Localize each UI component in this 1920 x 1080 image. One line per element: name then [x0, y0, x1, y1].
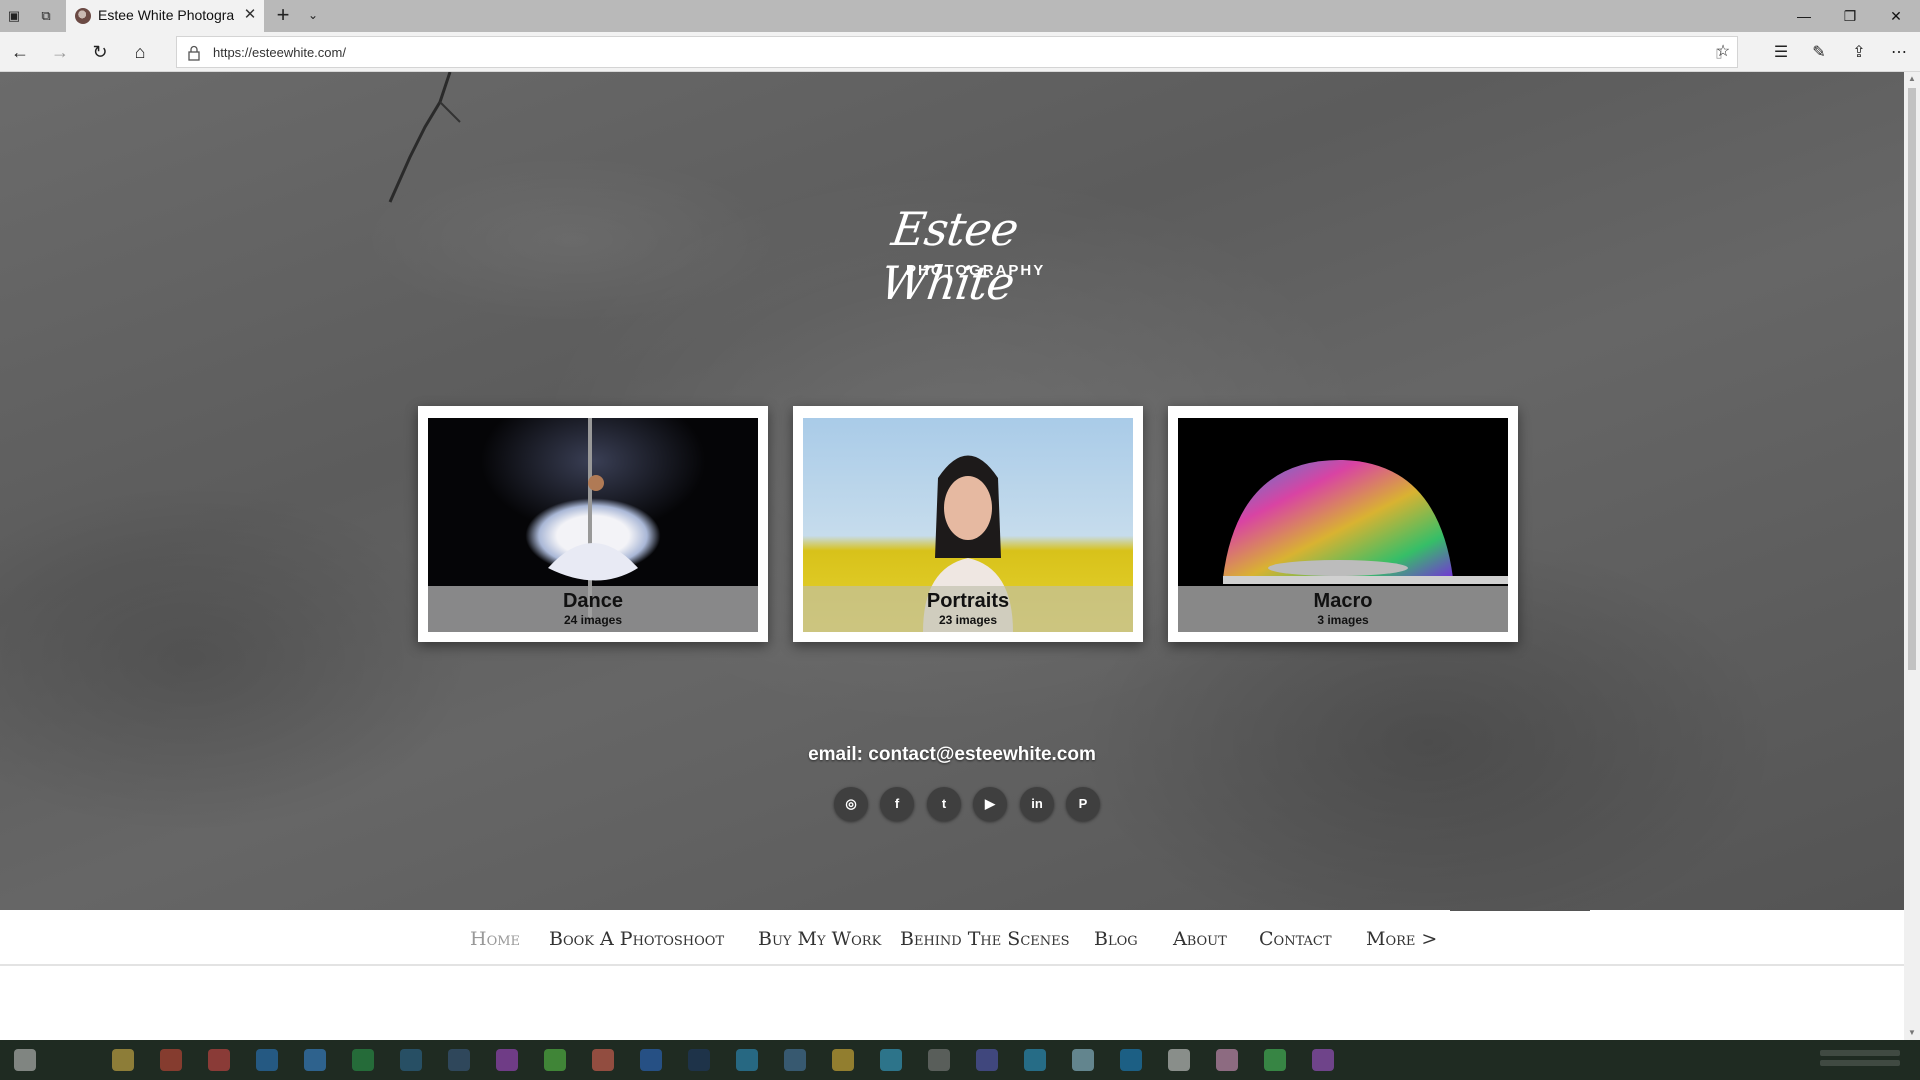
taskbar-app-icon[interactable] [832, 1049, 854, 1071]
scroll-up-icon[interactable]: ▲ [1904, 72, 1920, 86]
home-icon[interactable]: ⌂ [130, 42, 150, 62]
pinterest-icon[interactable]: P [1066, 787, 1100, 821]
taskbar-app-icon[interactable] [400, 1049, 422, 1071]
instagram-icon[interactable]: ◎ [834, 787, 868, 821]
pen-icon[interactable]: ✎ [1808, 42, 1830, 64]
favorites-hub-icon[interactable]: ☰ [1770, 42, 1792, 64]
star-icon[interactable]: ☆ [1712, 41, 1734, 63]
gallery-title: Macro [1313, 590, 1373, 612]
gallery-count: 24 images [563, 613, 623, 627]
plus-icon[interactable]: + [273, 4, 293, 28]
contact-email[interactable]: email: contact@esteewhite.com [0, 744, 1904, 766]
taskbar-app-icon[interactable] [1312, 1049, 1334, 1071]
restore-icon[interactable]: ❐ [1827, 0, 1873, 32]
page-scrollbar[interactable]: ▲ ▼ [1904, 72, 1920, 1040]
taskbar-app-icon[interactable] [448, 1049, 470, 1071]
lock-icon [188, 45, 200, 61]
taskbar-app-icon[interactable] [1120, 1049, 1142, 1071]
back-arrow-icon[interactable]: ← [10, 42, 30, 62]
site-logo[interactable]: Estee White PHOTOGRAPHY [826, 202, 1076, 310]
taskbar-app-icon[interactable] [1024, 1049, 1046, 1071]
taskbar-app-icon[interactable] [1216, 1049, 1238, 1071]
gallery-title: Dance [562, 590, 624, 612]
taskbar-app-icon[interactable] [784, 1049, 806, 1071]
scrollbar-thumb[interactable] [1908, 88, 1916, 670]
taskbar-app-icon[interactable] [1264, 1049, 1286, 1071]
taskbar-app-icon[interactable] [496, 1049, 518, 1071]
minimize-icon[interactable]: — [1781, 0, 1827, 32]
stone-crack-decoration [388, 72, 461, 203]
taskbar-app-icon[interactable] [256, 1049, 278, 1071]
social-links: ◎ f t ▶ in P [834, 787, 1104, 821]
refresh-icon[interactable]: ↻ [90, 42, 110, 62]
taskbar-app-icon[interactable] [688, 1049, 710, 1071]
twitter-icon[interactable]: t [927, 787, 961, 821]
taskbar-app-icon[interactable] [160, 1049, 182, 1071]
taskbar-app-icon[interactable] [736, 1049, 758, 1071]
gallery-caption: Macro 3 images [1178, 586, 1508, 632]
taskbar-app-icon[interactable] [640, 1049, 662, 1071]
gallery-card-macro[interactable]: Macro 3 images [1161, 398, 1525, 650]
browser-tab[interactable]: Estee White Photograph ✕ [66, 0, 264, 32]
taskbar-app-icon[interactable] [1072, 1049, 1094, 1071]
share-icon[interactable]: ⇪ [1848, 42, 1870, 64]
tab-actions-icon[interactable]: ▣ [6, 8, 22, 24]
hero-section: Estee White PHOTOGRAPHY Dance 24 images [0, 72, 1904, 910]
taskbar-app-icon[interactable] [928, 1049, 950, 1071]
taskbar-app-icon[interactable] [208, 1049, 230, 1071]
page-viewport: Estee White PHOTOGRAPHY Dance 24 images [0, 72, 1904, 1040]
taskbar-app-icon[interactable] [592, 1049, 614, 1071]
start-icon[interactable] [14, 1049, 36, 1071]
chevron-down-icon[interactable]: ⌄ [305, 8, 321, 24]
nav-blog[interactable]: Blog [1094, 928, 1138, 950]
system-clock[interactable] [1820, 1046, 1900, 1074]
gallery-card-dance[interactable]: Dance 24 images [411, 398, 775, 650]
nav-behind-the-scenes[interactable]: Behind The Scenes [900, 928, 1070, 950]
close-window-icon[interactable]: ✕ [1873, 0, 1919, 32]
taskbar-app-icon[interactable] [112, 1049, 134, 1071]
os-taskbar [0, 1040, 1920, 1080]
more-icon[interactable]: ⋯ [1888, 42, 1910, 64]
nav-contact[interactable]: Contact [1259, 928, 1332, 950]
url-field[interactable]: https://esteewhite.com/ ▯ [176, 36, 1738, 68]
nav-home[interactable]: Home [470, 928, 520, 950]
logo-script: Estee White [877, 202, 1022, 310]
gallery-count: 23 images [938, 613, 998, 627]
site-favicon-icon [75, 8, 91, 24]
nav-buy-my-work[interactable]: Buy My Work [758, 928, 881, 950]
gallery-caption: Dance 24 images [428, 586, 758, 632]
taskbar-app-icon[interactable] [352, 1049, 374, 1071]
browser-address-bar: ← → ↻ ⌂ https://esteewhite.com/ ▯ ☆ ☰ ✎ … [0, 32, 1920, 72]
gallery-count: 3 images [1317, 613, 1369, 627]
gallery-caption: Portraits 23 images [803, 586, 1133, 632]
nav-more[interactable]: More > [1366, 928, 1437, 950]
taskbar-app-icon[interactable] [976, 1049, 998, 1071]
url-text: https://esteewhite.com/ [213, 45, 346, 60]
tab-title: Estee White Photograph [98, 7, 234, 23]
youtube-icon[interactable]: ▶ [973, 787, 1007, 821]
tabs-aside-icon[interactable]: ⧉ [38, 8, 54, 24]
logo-subtitle: PHOTOGRAPHY [906, 262, 1046, 279]
gallery-title: Portraits [926, 590, 1010, 612]
scroll-down-icon[interactable]: ▼ [1904, 1026, 1920, 1040]
nav-book-a-photoshoot[interactable]: Book A Photoshoot [549, 928, 724, 950]
site-navigation: Home Book A Photoshoot Buy My Work Behin… [0, 910, 1904, 1040]
taskbar-app-icon[interactable] [304, 1049, 326, 1071]
forward-arrow-icon[interactable]: → [50, 42, 70, 62]
nav-about[interactable]: About [1173, 928, 1227, 950]
linkedin-icon[interactable]: in [1020, 787, 1054, 821]
taskbar-app-icon[interactable] [1168, 1049, 1190, 1071]
close-tab-icon[interactable]: ✕ [242, 7, 258, 23]
facebook-icon[interactable]: f [880, 787, 914, 821]
taskbar-app-icon[interactable] [544, 1049, 566, 1071]
browser-tab-bar: ▣ ⧉ Estee White Photograph ✕ + ⌄ — ❐ ✕ [0, 0, 1920, 32]
gallery-card-portraits[interactable]: Portraits 23 images [786, 398, 1150, 650]
taskbar-app-icon[interactable] [880, 1049, 902, 1071]
